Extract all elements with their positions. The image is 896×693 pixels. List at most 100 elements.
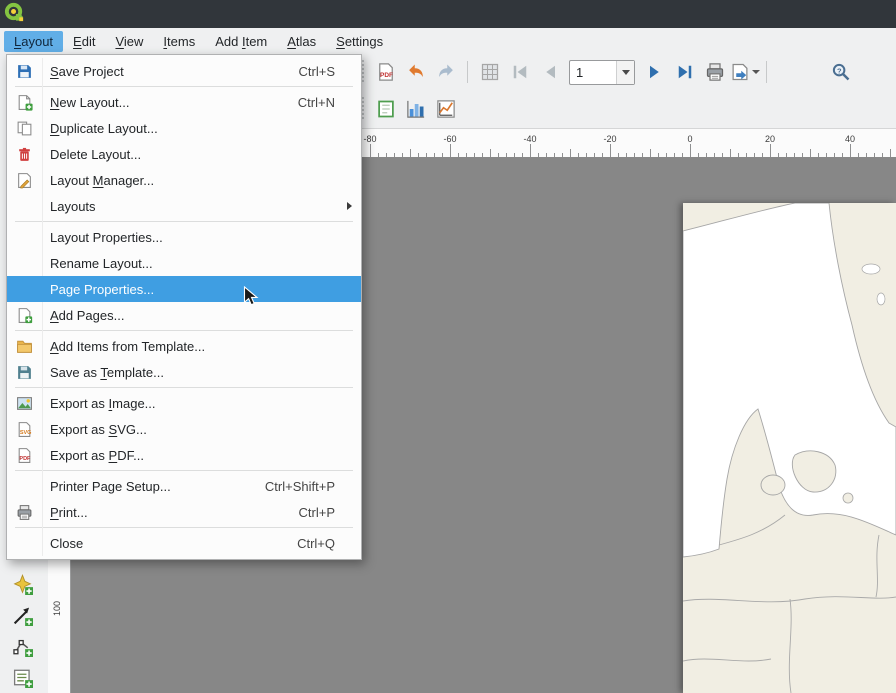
menu-item-label: Export as Image... xyxy=(50,396,335,411)
nav-prev-button[interactable] xyxy=(536,59,563,86)
add-pages-icon xyxy=(7,307,42,324)
menubar-item-add-item[interactable]: Add Item xyxy=(205,31,277,52)
duplicate-icon xyxy=(7,120,42,137)
menu-item-shortcut: Ctrl+S xyxy=(299,64,347,79)
chart-xy-button[interactable] xyxy=(432,96,459,123)
svg-text:PDF: PDF xyxy=(380,72,393,79)
menu-item-save-project[interactable]: Save ProjectCtrl+S xyxy=(7,58,361,84)
menu-item-close[interactable]: CloseCtrl+Q xyxy=(7,530,361,556)
ruler-tick xyxy=(370,144,371,157)
export-image-icon xyxy=(7,395,42,412)
atlas-grid-icon xyxy=(480,62,500,82)
chevron-down-icon xyxy=(622,70,630,75)
bar-chart-button[interactable] xyxy=(402,96,429,123)
menubar-item-view[interactable]: View xyxy=(105,31,153,52)
layout-menu-dropdown: Save ProjectCtrl+SNew Layout...Ctrl+NDup… xyxy=(6,54,362,560)
undo-button[interactable] xyxy=(402,59,429,86)
page-refresh-button[interactable] xyxy=(372,96,399,123)
ruler-label: -40 xyxy=(523,134,536,144)
ruler-label: -60 xyxy=(443,134,456,144)
menu-item-delete-layout[interactable]: Delete Layout... xyxy=(7,141,361,167)
ruler-label: 40 xyxy=(845,134,855,144)
atlas-page-combobox[interactable]: 1 xyxy=(569,60,635,85)
export-pdf-toolbar-button[interactable]: PDF xyxy=(372,59,399,86)
menu-item-label: Rename Layout... xyxy=(50,256,335,271)
nav-first-button[interactable] xyxy=(506,59,533,86)
print-atlas-button[interactable] xyxy=(701,59,728,86)
combo-dropdown-button[interactable] xyxy=(616,61,634,84)
menu-item-printer-page-setup[interactable]: Printer Page Setup...Ctrl+Shift+P xyxy=(7,473,361,499)
menu-item-layouts[interactable]: Layouts xyxy=(7,193,361,219)
menu-item-layout-properties[interactable]: Layout Properties... xyxy=(7,224,361,250)
ruler-tick xyxy=(890,149,891,157)
layout-page xyxy=(683,203,896,693)
menu-item-rename-layout[interactable]: Rename Layout... xyxy=(7,250,361,276)
nav-last-icon xyxy=(675,62,695,82)
ruler-tick xyxy=(610,144,611,157)
export-atlas-button[interactable] xyxy=(731,59,758,86)
menu-item-label: Layouts xyxy=(50,199,335,214)
ruler-tick xyxy=(570,149,571,157)
arrow-tool-button[interactable] xyxy=(8,601,36,629)
zoom-full-button[interactable]: ? xyxy=(827,59,854,86)
menu-item-shortcut: Ctrl+Shift+P xyxy=(265,479,347,494)
print-icon xyxy=(7,504,42,521)
ruler-label: 0 xyxy=(687,134,692,144)
node-tool-button[interactable] xyxy=(8,632,36,660)
menu-item-label: Add Pages... xyxy=(50,308,335,323)
arrow-tool-icon xyxy=(12,605,33,626)
menu-item-shortcut: Ctrl+P xyxy=(299,505,347,520)
export-pdf-icon: PDF xyxy=(7,447,42,464)
nav-last-button[interactable] xyxy=(671,59,698,86)
menu-item-export-as-pdf[interactable]: PDF Export as PDF... xyxy=(7,442,361,468)
ruler-tick xyxy=(850,144,851,157)
menu-item-label: Export as SVG... xyxy=(50,422,335,437)
menubar-item-layout[interactable]: Layout xyxy=(4,31,63,52)
menu-item-shortcut: Ctrl+N xyxy=(298,95,347,110)
qgis-logo-icon xyxy=(3,1,26,27)
undo-icon xyxy=(406,62,426,82)
menu-item-print[interactable]: Print...Ctrl+P xyxy=(7,499,361,525)
redo-button[interactable] xyxy=(432,59,459,86)
menubar-item-atlas[interactable]: Atlas xyxy=(277,31,326,52)
star-tool-button[interactable] xyxy=(8,570,36,598)
menu-item-duplicate-layout[interactable]: Duplicate Layout... xyxy=(7,115,361,141)
menu-item-label: Export as PDF... xyxy=(50,448,335,463)
redo-icon xyxy=(436,62,456,82)
menu-separator xyxy=(15,221,353,222)
ruler-tick xyxy=(450,144,451,157)
menu-item-add-items-from-template[interactable]: Add Items from Template... xyxy=(7,333,361,359)
menu-item-save-as-template[interactable]: Save as Template... xyxy=(7,359,361,385)
menu-separator xyxy=(15,527,353,528)
page-refresh-icon xyxy=(376,99,396,119)
map-item xyxy=(683,203,896,693)
menu-item-export-as-svg[interactable]: SVG Export as SVG... xyxy=(7,416,361,442)
menu-item-label: Layout Manager... xyxy=(50,173,335,188)
menu-item-label: Save Project xyxy=(50,64,299,79)
atlas-page-value[interactable]: 1 xyxy=(570,65,616,80)
ruler-label: 20 xyxy=(765,134,775,144)
export-pdf-toolbar-icon: PDF xyxy=(376,62,396,82)
menu-item-new-layout[interactable]: New Layout...Ctrl+N xyxy=(7,89,361,115)
atlas-grid-button[interactable] xyxy=(476,59,503,86)
ruler-label: -20 xyxy=(603,134,616,144)
menu-item-label: Save as Template... xyxy=(50,365,335,380)
svg-text:SVG: SVG xyxy=(20,429,32,435)
menu-separator xyxy=(15,387,353,388)
menu-item-label: Layout Properties... xyxy=(50,230,335,245)
nav-next-button[interactable] xyxy=(641,59,668,86)
menu-item-add-pages[interactable]: Add Pages... xyxy=(7,302,361,328)
menu-item-label: New Layout... xyxy=(50,95,298,110)
menu-item-export-as-image[interactable]: Export as Image... xyxy=(7,390,361,416)
note-tool-button[interactable] xyxy=(8,663,36,691)
svg-text:?: ? xyxy=(837,66,842,75)
menubar-item-edit[interactable]: Edit xyxy=(63,31,105,52)
menubar-item-items[interactable]: Items xyxy=(153,31,205,52)
menubar-item-settings[interactable]: Settings xyxy=(326,31,393,52)
ruler-tick xyxy=(770,144,771,157)
mouse-cursor xyxy=(243,286,262,311)
layout-manager-icon xyxy=(7,172,42,189)
nav-prev-icon xyxy=(540,62,560,82)
menu-item-page-properties[interactable]: Page Properties... xyxy=(7,276,361,302)
menu-item-layout-manager[interactable]: Layout Manager... xyxy=(7,167,361,193)
